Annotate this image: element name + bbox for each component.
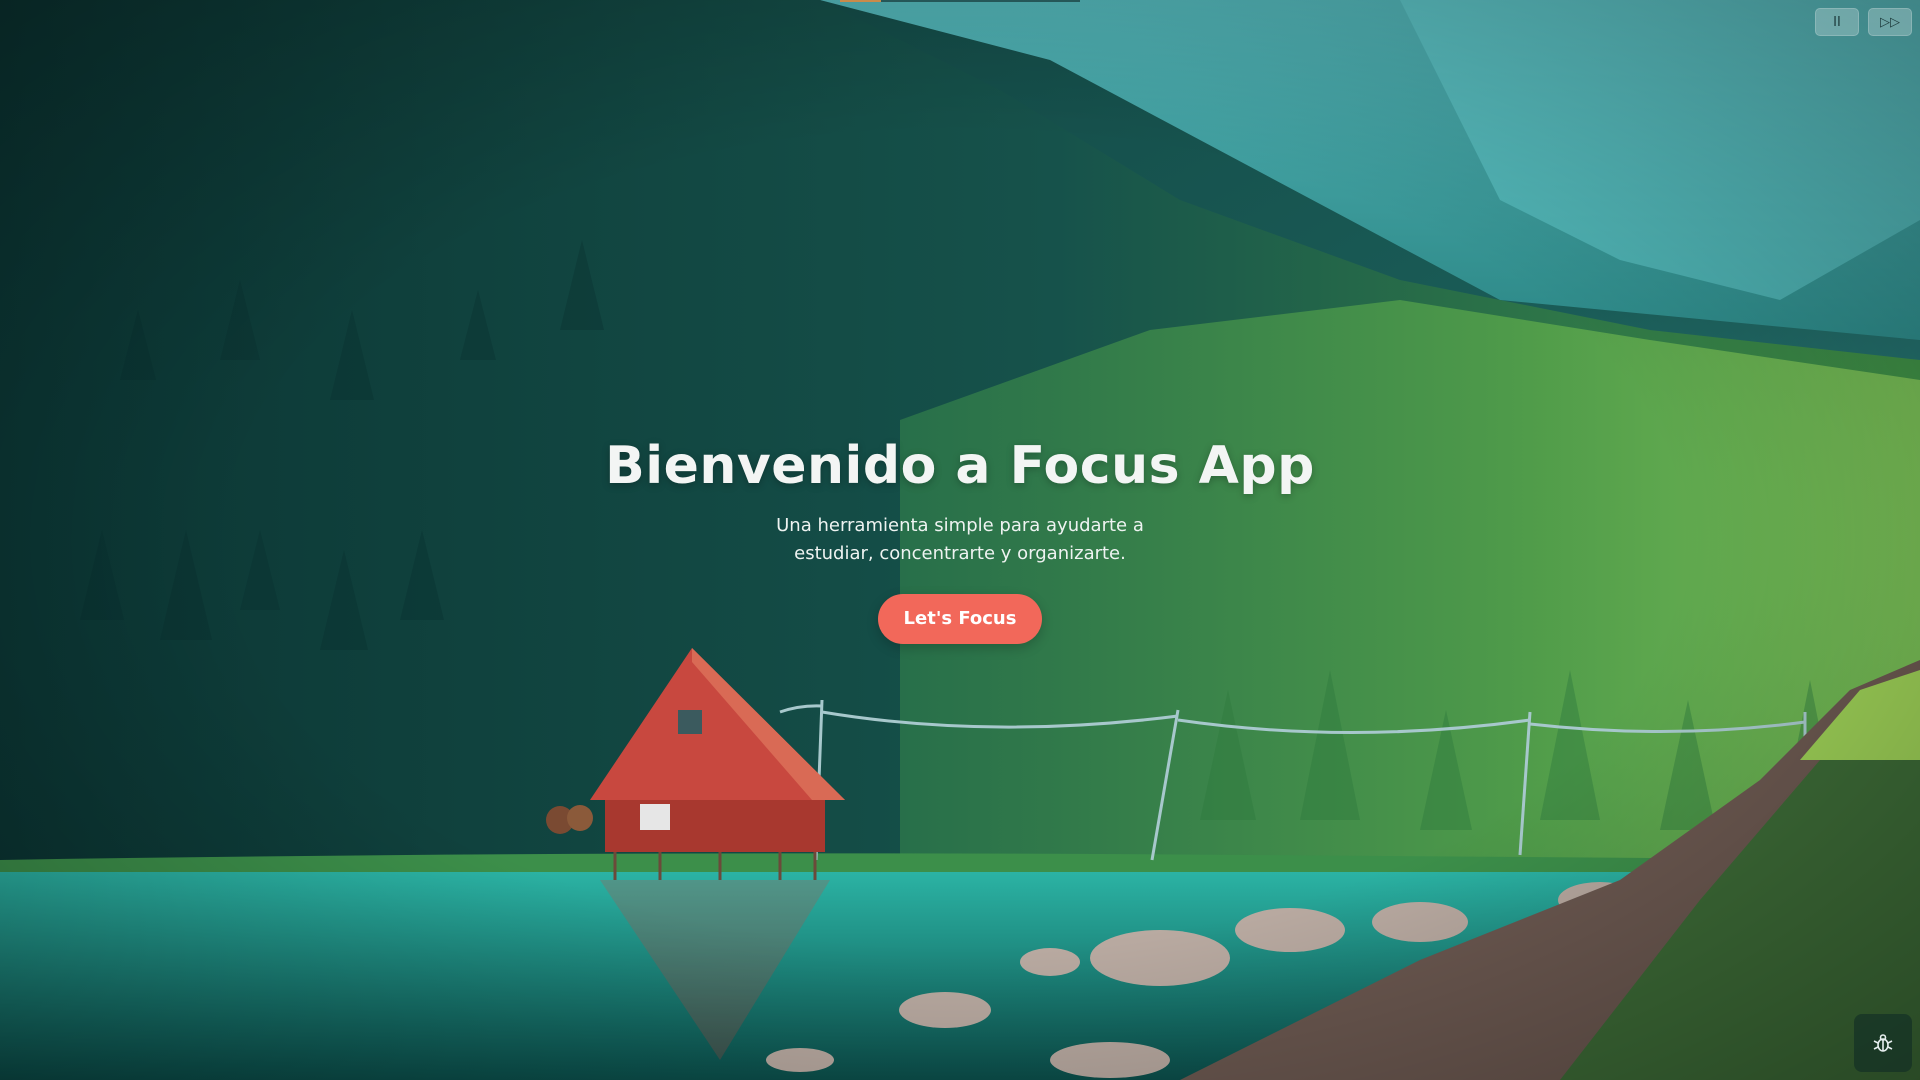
playback-progress-fill — [840, 0, 881, 2]
page-title: Bienvenido a Focus App — [605, 436, 1315, 496]
debug-button[interactable] — [1854, 1014, 1912, 1072]
pause-icon: II — [1833, 14, 1841, 30]
media-controls: II ▷▷ — [1815, 8, 1912, 36]
skip-button[interactable]: ▷▷ — [1868, 8, 1912, 36]
fast-forward-icon: ▷▷ — [1880, 14, 1900, 30]
pause-button[interactable]: II — [1815, 8, 1859, 36]
bug-icon — [1873, 1034, 1893, 1052]
lets-focus-button[interactable]: Let's Focus — [877, 594, 1043, 644]
playback-progress-bar — [840, 0, 1080, 2]
hero-subtitle: Una herramienta simple para ayudarte a e… — [776, 515, 1144, 564]
hero-section: Bienvenido a Focus App Una herramienta s… — [0, 430, 1920, 644]
